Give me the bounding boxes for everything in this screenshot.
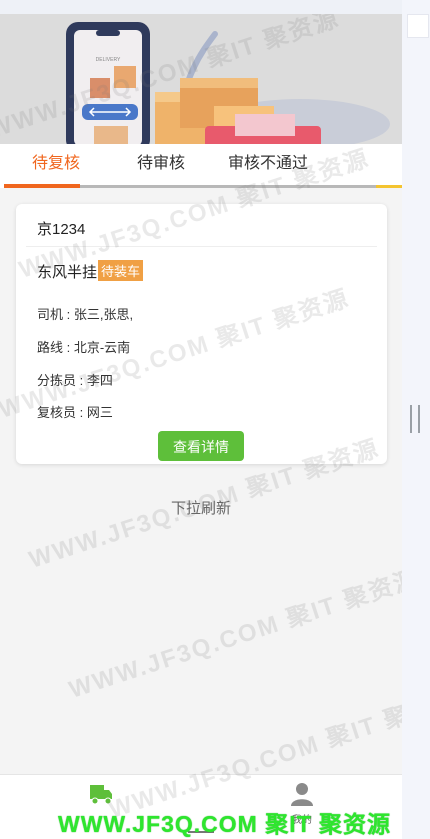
- active-tab-indicator: [4, 184, 80, 188]
- sorter-info: 分拣员 : 李四: [37, 373, 113, 388]
- resize-handle[interactable]: [410, 405, 420, 433]
- pull-to-refresh-text: 下拉刷新: [170, 500, 231, 517]
- tab-pending-audit[interactable]: 待审核: [137, 144, 185, 184]
- license-plate: 京1234: [37, 221, 86, 238]
- footer-watermark: WWW.JF3Q.COM 聚IT 聚资源: [58, 811, 392, 837]
- app-screen: DELIVERY 待复核 待审核 审核不通过 京1234 东风半挂 待装车 司机…: [0, 14, 402, 839]
- truck-icon: [90, 785, 112, 805]
- vehicle-card: 京1234 东风半挂 待装车 司机 : 张三,张思, 路线 : 北京-云南 分拣员…: [16, 204, 387, 464]
- svg-text:DELIVERY: DELIVERY: [96, 57, 121, 63]
- watermark: WWW.JF3Q.COM 聚IT 聚资源: [65, 564, 402, 704]
- banner-illustration: DELIVERY: [0, 14, 402, 144]
- tab-pending-review[interactable]: 待复核: [32, 144, 80, 184]
- right-scroll-rail: [402, 0, 430, 839]
- tab-underline: [80, 185, 376, 188]
- card-divider: [26, 246, 377, 247]
- tab-audit-rejected[interactable]: 审核不通过: [228, 144, 308, 184]
- phone-illustration-icon: DELIVERY: [66, 22, 150, 144]
- tab-underline-accent: [376, 185, 402, 188]
- reviewer-info: 复核员 : 网三: [37, 405, 113, 420]
- user-icon: [291, 783, 313, 806]
- driver-info: 司机 : 张三,张思,: [37, 307, 134, 322]
- vehicle-name: 东风半挂: [37, 264, 98, 281]
- vehicle-title: 东风半挂 待装车: [37, 260, 144, 282]
- status-badge: 待装车: [98, 260, 144, 281]
- view-details-button[interactable]: 查看详情: [158, 431, 244, 461]
- status-tabs: 待复核 待审核 审核不通过: [0, 144, 402, 188]
- rail-top-button: [407, 14, 429, 38]
- route-info: 路线 : 北京-云南: [37, 340, 131, 355]
